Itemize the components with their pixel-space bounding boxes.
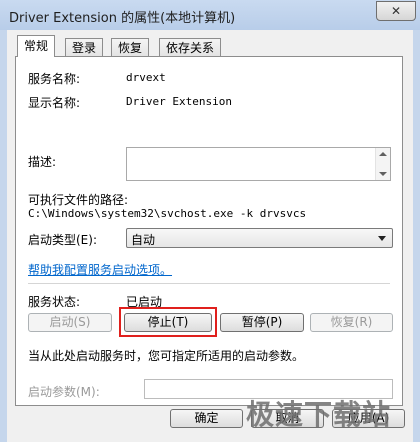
close-icon: ✕	[390, 4, 402, 18]
tab-general[interactable]: 常规	[17, 35, 56, 57]
stop-button-highlight	[119, 307, 217, 337]
service-status-label: 服务状态:	[28, 295, 81, 309]
exe-path-label: 可执行文件的路径:	[28, 193, 129, 207]
startup-type-select[interactable]: 自动	[126, 228, 393, 248]
ok-button[interactable]: 确定	[170, 409, 243, 428]
description-field[interactable]	[126, 147, 391, 181]
exe-path-value: C:\Windows\system32\svchost.exe -k drvsv…	[28, 207, 307, 220]
help-configure-link[interactable]: 帮助我配置服务启动选项。	[28, 261, 172, 278]
startup-type-label: 启动类型(E):	[28, 233, 97, 247]
window-frame-left	[0, 30, 7, 442]
dialog-client-area: 常规 登录 恢复 依存关系 服务名称: drvext 显示名称: Driver …	[7, 30, 413, 442]
resume-button[interactable]: 恢复(R)	[310, 313, 393, 332]
tab-logon[interactable]: 登录	[65, 38, 104, 56]
scroll-down-icon[interactable]	[379, 172, 387, 176]
tab-recovery[interactable]: 恢复	[111, 38, 150, 56]
close-button[interactable]: ✕	[376, 1, 416, 21]
dropdown-arrow-icon	[378, 236, 386, 241]
window-title: Driver Extension 的属性(本地计算机)	[9, 11, 236, 26]
display-name-value: Driver Extension	[126, 95, 232, 108]
start-params-label: 启动参数(M):	[28, 385, 100, 399]
start-params-hint: 当从此处启动服务时，您可指定所适用的启动参数。	[28, 349, 305, 363]
tab-panel-general: 服务名称: drvext 显示名称: Driver Extension 描述: …	[15, 56, 403, 406]
display-name-label: 显示名称:	[28, 96, 81, 110]
start-button[interactable]: 启动(S)	[28, 313, 112, 332]
tab-dependencies[interactable]: 依存关系	[159, 38, 222, 56]
window-frame-right	[413, 30, 420, 442]
pause-button[interactable]: 暂停(P)	[220, 313, 304, 332]
window-titlebar[interactable]: Driver Extension 的属性(本地计算机) ✕	[0, 0, 420, 30]
startup-type-value: 自动	[131, 233, 156, 247]
separator	[28, 283, 390, 284]
watermark: 极速下载站	[246, 398, 392, 431]
description-scrollbar[interactable]	[375, 148, 390, 180]
service-name-value: drvext	[126, 71, 166, 84]
scroll-up-icon[interactable]	[379, 152, 387, 156]
service-name-label: 服务名称:	[28, 72, 81, 86]
description-label: 描述:	[28, 155, 57, 169]
